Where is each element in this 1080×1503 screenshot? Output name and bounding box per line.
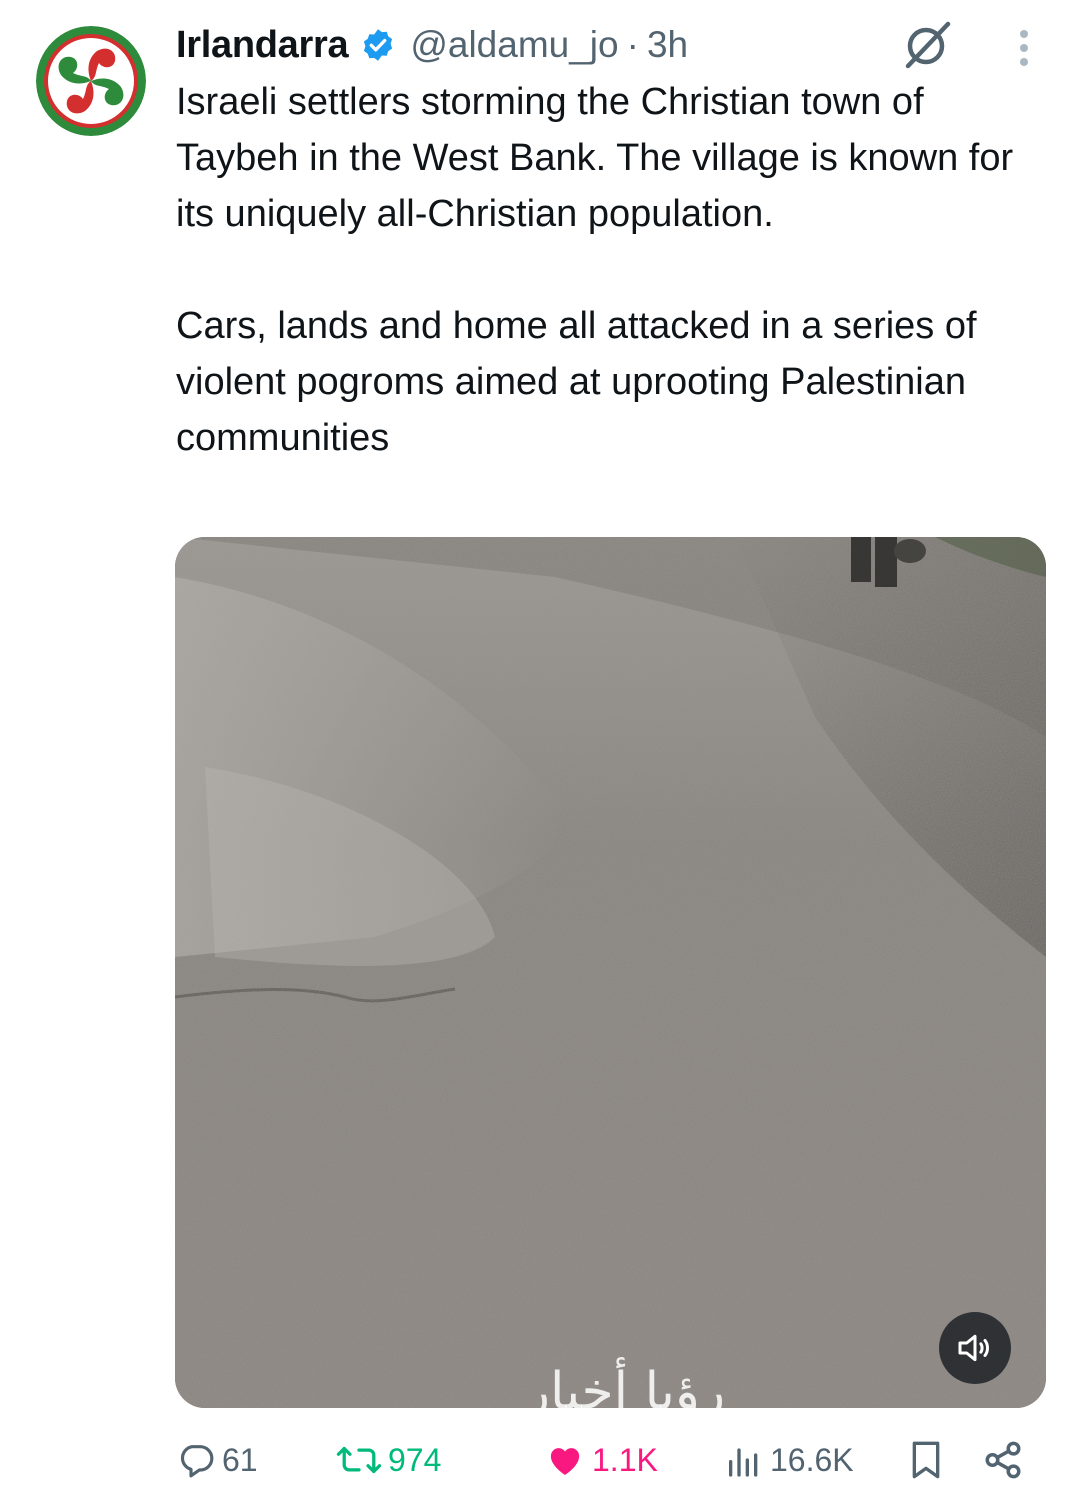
author-display-name[interactable]: Irlandarra [176,24,349,67]
repost-count: 974 [388,1441,442,1478]
reply-button[interactable]: 61 [176,1430,258,1490]
grok-icon[interactable] [900,16,956,72]
volume-icon [958,1334,989,1362]
views-button[interactable]: 16.6K [724,1430,854,1490]
views-count: 16.6K [770,1441,854,1478]
like-button[interactable]: 1.1K [544,1430,658,1490]
tweet-text-paragraph: Israeli settlers storming the Christian … [176,81,1014,235]
tweet-header: Irlandarra @aldamu_jo · 3h [176,18,688,72]
like-count: 1.1K [592,1441,658,1478]
video-overlay-caption: رؤيا أخبار [524,1362,726,1408]
header-separator: · [626,24,639,65]
bookmark-button[interactable] [906,1430,952,1490]
repost-button[interactable]: 974 [336,1430,441,1490]
tweet-actions: 61 974 1.1K 16.6K [176,1430,1036,1490]
share-icon [985,1441,1021,1479]
tweet-timestamp[interactable]: 3h [647,24,688,66]
repost-icon [336,1446,382,1474]
reply-count: 61 [222,1441,258,1478]
verified-badge-icon [360,27,396,63]
avatar[interactable] [36,26,146,136]
views-icon [729,1448,758,1477]
bookmark-icon [912,1441,940,1479]
heart-icon [550,1448,580,1475]
volume-button[interactable] [939,1312,1011,1384]
tweet-text-paragraph: Cars, lands and home all attacked in a s… [176,305,977,459]
share-button[interactable] [982,1430,1030,1490]
video-frame-image [175,537,1046,1408]
more-icon[interactable] [1008,26,1040,70]
author-handle[interactable]: @aldamu_jo [410,24,618,66]
tweet-text: Israeli settlers storming the Christian … [176,74,1056,466]
tweet-video[interactable]: رؤيا أخبار [175,537,1046,1408]
avatar-logo-icon [36,26,146,136]
reply-icon [180,1445,214,1478]
